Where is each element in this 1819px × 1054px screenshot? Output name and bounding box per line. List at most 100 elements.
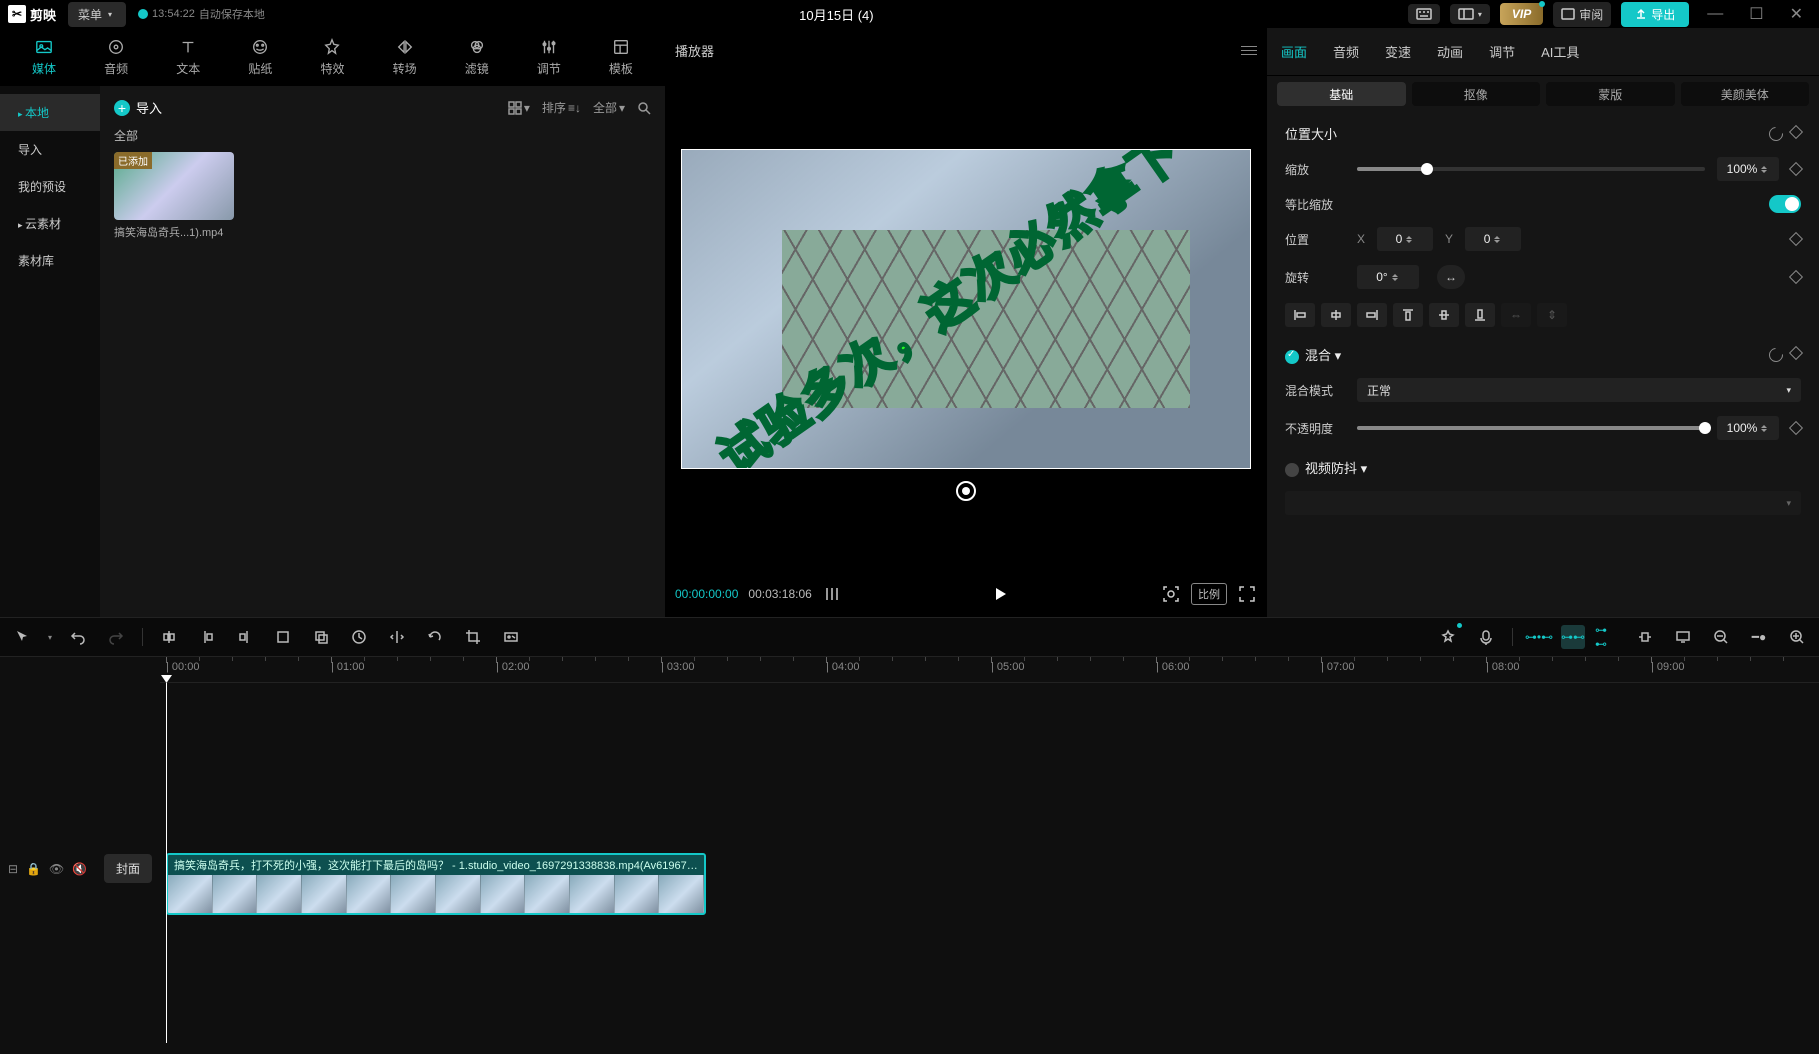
menu-button[interactable]: 菜单▾ bbox=[68, 2, 126, 27]
player-center-icon[interactable] bbox=[956, 481, 976, 501]
keyboard-button[interactable] bbox=[1408, 4, 1440, 24]
vip-button[interactable]: VIP bbox=[1500, 3, 1543, 25]
track-collapse-button[interactable]: ⊟ bbox=[8, 862, 18, 876]
blend-check-icon[interactable] bbox=[1285, 350, 1299, 364]
delete-right-button[interactable] bbox=[233, 625, 257, 649]
cover-button[interactable]: 封面 bbox=[104, 854, 152, 883]
reverse-button[interactable] bbox=[347, 625, 371, 649]
opacity-value[interactable]: 100% bbox=[1717, 416, 1779, 440]
smart-cut-button[interactable] bbox=[499, 625, 523, 649]
import-button[interactable]: + 导入 bbox=[114, 98, 162, 117]
preview-mode-button[interactable] bbox=[1671, 625, 1695, 649]
rotate-button[interactable] bbox=[423, 625, 447, 649]
subtab-cutout[interactable]: 抠像 bbox=[1412, 82, 1541, 106]
close-button[interactable]: ✕ bbox=[1782, 4, 1811, 24]
record-button[interactable] bbox=[1474, 625, 1498, 649]
keyframe-opacity-icon[interactable] bbox=[1789, 421, 1803, 435]
sidebar-item-cloud[interactable]: 云素材 bbox=[0, 205, 100, 242]
position-x-input[interactable]: 0 bbox=[1377, 227, 1433, 251]
scale-slider[interactable] bbox=[1357, 167, 1705, 171]
minimize-button[interactable]: — bbox=[1699, 5, 1731, 23]
magnet-main-button[interactable]: ⊶•⊷ bbox=[1527, 625, 1551, 649]
mirror-button-tl[interactable] bbox=[385, 625, 409, 649]
rotation-input[interactable]: 0° bbox=[1357, 265, 1419, 289]
align-hcenter-button[interactable] bbox=[1321, 303, 1351, 327]
search-button[interactable] bbox=[637, 101, 651, 115]
sidebar-item-local[interactable]: 本地 bbox=[0, 94, 100, 131]
align-top-button[interactable] bbox=[1393, 303, 1423, 327]
asset-tab-transition[interactable]: 转场 bbox=[369, 28, 441, 86]
sidebar-item-presets[interactable]: 我的预设 bbox=[0, 168, 100, 205]
filter-button[interactable]: 全部 ▾ bbox=[593, 99, 625, 116]
track-lock-button[interactable]: 🔒 bbox=[26, 862, 41, 876]
asset-tab-audio[interactable]: 音频 bbox=[80, 28, 152, 86]
crop-tool-button[interactable] bbox=[461, 625, 485, 649]
keyframe-blend-icon[interactable] bbox=[1789, 345, 1803, 359]
tab-video[interactable]: 画面 bbox=[1277, 36, 1311, 67]
zoom-slider[interactable]: ━● bbox=[1747, 625, 1771, 649]
tab-speed[interactable]: 变速 bbox=[1381, 36, 1415, 67]
position-y-input[interactable]: 0 bbox=[1465, 227, 1521, 251]
crop-button[interactable] bbox=[271, 625, 295, 649]
align-left-button[interactable] bbox=[1285, 303, 1315, 327]
sidebar-item-library[interactable]: 素材库 bbox=[0, 242, 100, 279]
tab-adjust[interactable]: 调节 bbox=[1485, 36, 1519, 67]
subtab-basic[interactable]: 基础 bbox=[1277, 82, 1406, 106]
tab-animation[interactable]: 动画 bbox=[1433, 36, 1467, 67]
maximize-button[interactable]: ☐ bbox=[1741, 4, 1771, 24]
scale-value[interactable]: 100% bbox=[1717, 157, 1779, 181]
snap-button[interactable] bbox=[1633, 625, 1657, 649]
asset-tab-media[interactable]: 媒体 bbox=[8, 28, 80, 86]
view-mode-button[interactable]: ▾ bbox=[508, 101, 530, 115]
frame-capture-icon[interactable] bbox=[1161, 584, 1181, 604]
blend-mode-select[interactable]: 正常▾ bbox=[1357, 378, 1801, 402]
asset-tab-filter[interactable]: 滤镜 bbox=[441, 28, 513, 86]
stabilize-check-icon[interactable] bbox=[1285, 463, 1299, 477]
export-button[interactable]: 导出 bbox=[1621, 2, 1689, 27]
asset-tab-sticker[interactable]: 贴纸 bbox=[224, 28, 296, 86]
keyframe-transform-icon[interactable] bbox=[1789, 124, 1803, 138]
asset-tab-adjust[interactable]: 调节 bbox=[513, 28, 585, 86]
tab-ai[interactable]: AI工具 bbox=[1537, 36, 1583, 67]
media-thumbnail[interactable]: 已添加 搞笑海岛奇兵...1).mp4 bbox=[114, 152, 234, 240]
opacity-slider[interactable] bbox=[1357, 426, 1705, 430]
delete-left-button[interactable] bbox=[195, 625, 219, 649]
timeline-body[interactable]: 搞笑海岛奇兵，打不死的小强，这次能打下最后的岛吗？ - 1.studio_vid… bbox=[160, 683, 1819, 1043]
auto-enhance-button[interactable] bbox=[1436, 625, 1460, 649]
preview-viewport[interactable]: 试验多次，这次必然拿下 bbox=[681, 149, 1251, 469]
review-button[interactable]: 审阅 bbox=[1553, 2, 1611, 27]
align-vcenter-button[interactable] bbox=[1429, 303, 1459, 327]
reset-blend-icon[interactable] bbox=[1766, 345, 1786, 365]
sort-button[interactable]: 排序 ≡↓ bbox=[542, 99, 581, 116]
timeline-ruler[interactable]: | 00:00| 01:00| 02:00| 03:00| 04:00| 05:… bbox=[160, 657, 1819, 683]
playhead[interactable] bbox=[166, 683, 167, 1043]
magnet-off-button[interactable]: ⊶ ⊷ bbox=[1595, 625, 1619, 649]
player-menu-button[interactable] bbox=[1241, 46, 1257, 55]
magnet-link-button[interactable]: ⊶⊷ bbox=[1561, 625, 1585, 649]
align-bottom-button[interactable] bbox=[1465, 303, 1495, 327]
asset-tab-text[interactable]: 文本 bbox=[152, 28, 224, 86]
uniform-scale-toggle[interactable] bbox=[1769, 195, 1801, 213]
keyframe-rotation-icon[interactable] bbox=[1789, 270, 1803, 284]
subtab-beauty[interactable]: 美颜美体 bbox=[1681, 82, 1810, 106]
zoom-in-button[interactable] bbox=[1785, 625, 1809, 649]
asset-tab-template[interactable]: 模板 bbox=[585, 28, 657, 86]
select-tool[interactable] bbox=[10, 625, 34, 649]
keyframe-scale-icon[interactable] bbox=[1789, 162, 1803, 176]
asset-tab-effect[interactable]: 特效 bbox=[296, 28, 368, 86]
columns-icon[interactable] bbox=[822, 584, 842, 604]
reset-transform-icon[interactable] bbox=[1766, 124, 1786, 144]
track-mute-button[interactable]: 🔇 bbox=[72, 862, 87, 876]
undo-button[interactable] bbox=[66, 625, 90, 649]
keyframe-position-icon[interactable] bbox=[1789, 232, 1803, 246]
play-button[interactable] bbox=[987, 580, 1015, 608]
fullscreen-icon[interactable] bbox=[1237, 584, 1257, 604]
ratio-button[interactable]: 比例 bbox=[1191, 583, 1227, 605]
subtab-mask[interactable]: 蒙版 bbox=[1546, 82, 1675, 106]
zoom-out-button[interactable] bbox=[1709, 625, 1733, 649]
timeline-clip[interactable]: 搞笑海岛奇兵，打不死的小强，这次能打下最后的岛吗？ - 1.studio_vid… bbox=[166, 853, 706, 915]
track-visibility-button[interactable]: 👁 bbox=[49, 862, 64, 876]
layout-button[interactable]: ▾ bbox=[1450, 4, 1490, 24]
copy-button[interactable] bbox=[309, 625, 333, 649]
mirror-button[interactable]: ↔ bbox=[1437, 265, 1465, 289]
